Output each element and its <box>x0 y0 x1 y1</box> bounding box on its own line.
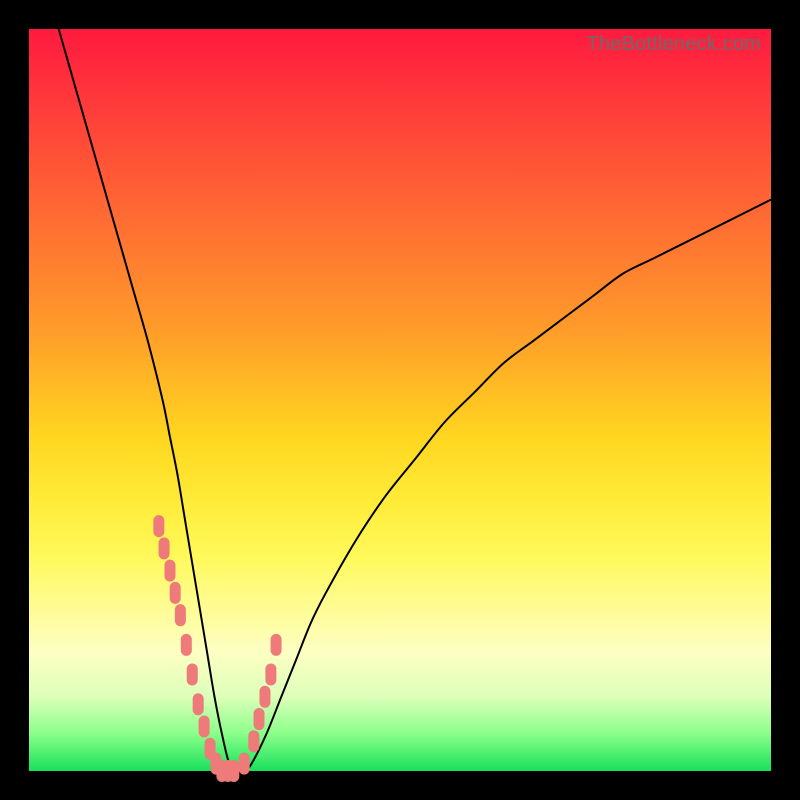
chart-svg <box>29 29 771 771</box>
data-marker <box>164 560 175 582</box>
data-marker <box>199 715 210 737</box>
data-marker <box>239 753 250 775</box>
data-marker <box>248 730 259 752</box>
chart-frame: TheBottleneck.com <box>29 29 771 771</box>
bottleneck-curve <box>59 29 771 772</box>
data-marker <box>265 664 276 686</box>
data-marker <box>271 634 282 656</box>
data-marker <box>170 582 181 604</box>
watermark-text: TheBottleneck.com <box>586 33 761 56</box>
data-marker <box>159 537 170 559</box>
data-marker <box>193 693 204 715</box>
data-marker <box>259 686 270 708</box>
data-marker <box>254 708 265 730</box>
data-marker <box>181 634 192 656</box>
data-marker <box>153 515 164 537</box>
data-marker <box>187 664 198 686</box>
data-marker <box>175 604 186 626</box>
data-marker <box>228 760 239 782</box>
